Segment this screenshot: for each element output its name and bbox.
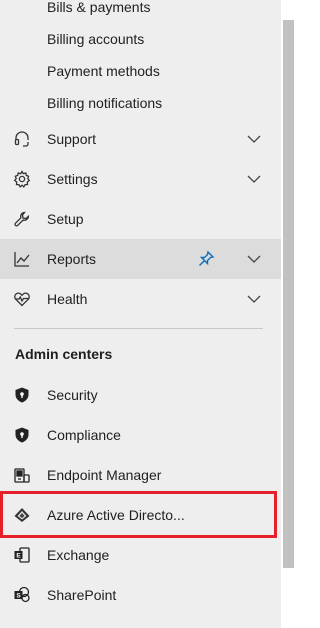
heart-pulse-icon: [13, 290, 31, 308]
nav-subitem-bills-payments[interactable]: Bills & payments: [47, 0, 150, 21]
pin-icon[interactable]: [197, 250, 215, 268]
admin-center-label: SharePoint: [47, 587, 117, 603]
nav-item-label: Settings: [47, 171, 98, 187]
nav-subitem-billing-accounts[interactable]: Billing accounts: [47, 25, 144, 53]
admin-center-compliance[interactable]: Compliance: [0, 415, 281, 455]
chevron-down-icon[interactable]: [246, 172, 262, 186]
headset-icon: [13, 130, 31, 148]
shield-icon: [13, 386, 31, 404]
chevron-down-icon[interactable]: [246, 132, 262, 146]
admin-center-sharepoint[interactable]: S SharePoint: [0, 575, 281, 615]
admin-center-endpoint-manager[interactable]: Endpoint Manager: [0, 455, 281, 495]
admin-center-label: Exchange: [47, 547, 110, 563]
gear-icon: [13, 170, 31, 188]
nav-item-label: Setup: [47, 211, 84, 227]
nav-item-support[interactable]: Support: [0, 119, 281, 159]
nav-divider: [14, 328, 263, 329]
admin-center-exchange[interactable]: E Exchange: [0, 535, 281, 575]
highlight-annotation-box: [0, 491, 277, 538]
left-navigation-pane: Bills & payments Billing accounts Paymen…: [0, 0, 281, 628]
wrench-icon: [13, 210, 31, 228]
sharepoint-icon: S: [13, 586, 31, 604]
admin-center-label: Security: [47, 387, 98, 403]
admin-center-label: Compliance: [47, 427, 121, 443]
nav-item-label: Health: [47, 291, 88, 307]
nav-item-health[interactable]: Health: [0, 279, 281, 319]
nav-subitem-payment-methods[interactable]: Payment methods: [47, 57, 160, 85]
svg-text:S: S: [16, 593, 21, 600]
chevron-down-icon[interactable]: [246, 252, 262, 266]
nav-item-settings[interactable]: Settings: [0, 159, 281, 199]
line-chart-icon: [13, 250, 31, 268]
devices-icon: [13, 466, 31, 484]
nav-subitem-billing-notifications[interactable]: Billing notifications: [47, 89, 162, 117]
scrollbar-thumb[interactable]: [283, 20, 294, 568]
admin-centers-header: Admin centers: [15, 346, 113, 362]
nav-item-reports[interactable]: Reports: [0, 239, 281, 279]
admin-center-security[interactable]: Security: [0, 375, 281, 415]
exchange-icon: E: [13, 546, 31, 564]
nav-item-label: Support: [47, 131, 97, 147]
svg-text:E: E: [16, 553, 21, 560]
admin-center-label: Endpoint Manager: [47, 467, 162, 483]
shield-icon: [13, 426, 31, 444]
nav-item-label: Reports: [47, 251, 97, 267]
chevron-down-icon[interactable]: [246, 292, 262, 306]
nav-item-setup[interactable]: Setup: [0, 199, 281, 239]
